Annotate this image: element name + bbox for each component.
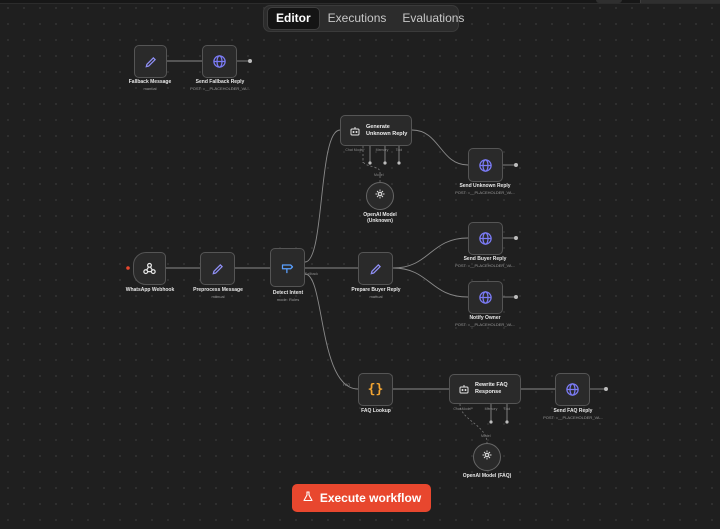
node-faq-lookup[interactable]: {} xyxy=(358,373,393,406)
node-label: Generate Unknown Reply xyxy=(366,123,408,137)
node-label: Rewrite FAQ Response xyxy=(475,382,508,395)
node-openai-model-faq[interactable] xyxy=(473,443,501,471)
node-label: Prepare Buyer Reply xyxy=(351,287,401,293)
node-label: OpenAI Model (Unknown) xyxy=(363,212,397,224)
node-label: FAQ Lookup xyxy=(361,408,391,414)
port-chat-model: Chat Model* xyxy=(345,148,365,152)
node-send-faq-reply[interactable] xyxy=(555,373,590,406)
fallback-edge-label: Fallback xyxy=(305,272,319,276)
port-memory: Memory xyxy=(484,407,498,411)
signpost-icon xyxy=(280,260,295,275)
node-fallback-message[interactable] xyxy=(134,45,167,78)
node-label: Preprocess Message xyxy=(193,287,243,293)
globe-icon xyxy=(565,382,580,397)
pencil-icon xyxy=(211,262,225,276)
node-subtitle: manual xyxy=(211,294,225,299)
node-generate-unknown-reply[interactable]: Generate Unknown Reply xyxy=(340,115,412,146)
node-subtitle: POST: =__PLACEHOLDER_VA... xyxy=(190,86,250,91)
openai-icon xyxy=(481,448,493,466)
node-label: OpenAI Model (FAQ) xyxy=(462,473,512,479)
node-notify-owner[interactable] xyxy=(468,281,503,314)
globe-icon xyxy=(212,54,227,69)
node-send-buyer-reply[interactable] xyxy=(468,222,503,255)
execute-workflow-label: Execute workflow xyxy=(319,491,422,505)
node-subtitle: manual xyxy=(369,294,383,299)
pencil-icon xyxy=(144,55,158,69)
node-label: Send Buyer Reply xyxy=(463,256,507,262)
model-edge-label: Model xyxy=(374,173,384,177)
robot-icon xyxy=(349,125,361,137)
node-prepare-buyer-reply[interactable] xyxy=(358,252,393,285)
model-edge-label: Model xyxy=(481,434,491,438)
node-send-unknown-reply[interactable] xyxy=(468,148,503,182)
node-label: Send Fallback Reply xyxy=(195,79,245,85)
node-subtitle: mode: Rules xyxy=(276,297,300,302)
node-subtitle: POST: =__PLACEHOLDER_VA... xyxy=(455,322,515,327)
node-subtitle: POST: =__PLACEHOLDER_VA... xyxy=(455,190,515,195)
node-preprocess-message[interactable] xyxy=(200,252,235,285)
node-label: Detect Intent xyxy=(272,290,304,296)
code-braces-icon: {} xyxy=(367,382,384,397)
node-send-fallback-reply[interactable] xyxy=(202,45,237,78)
port-tool: Tool xyxy=(395,148,403,152)
node-rewrite-faq-response[interactable]: Rewrite FAQ Response xyxy=(449,374,521,404)
node-label: Notify Owner xyxy=(469,315,501,321)
node-subtitle: POST: =__PLACEHOLDER_VA... xyxy=(543,415,603,420)
port-tool: Tool xyxy=(503,407,511,411)
faq-edge-label: FAQ xyxy=(343,383,351,387)
node-subtitle: POST: =__PLACEHOLDER_VA... xyxy=(455,263,515,268)
node-label: Send FAQ Reply xyxy=(553,408,593,414)
node-whatsapp-webhook[interactable] xyxy=(133,252,166,285)
port-memory: Memory xyxy=(375,148,389,152)
webhook-icon xyxy=(142,261,157,276)
globe-icon xyxy=(478,158,493,173)
globe-icon xyxy=(478,231,493,246)
openai-icon xyxy=(374,187,386,205)
execute-workflow-button[interactable]: Execute workflow xyxy=(292,484,431,512)
node-label: Send Unknown Reply xyxy=(459,183,511,189)
pencil-icon xyxy=(369,262,383,276)
node-openai-model-unknown[interactable] xyxy=(366,182,394,210)
node-label: WhatsApp Webhook xyxy=(125,287,175,293)
flask-icon xyxy=(302,490,314,506)
robot-icon xyxy=(458,383,470,395)
port-chat-model: Chat Model* xyxy=(453,407,473,411)
node-label: Fallback Message xyxy=(128,79,172,85)
node-subtitle: manual xyxy=(143,86,157,91)
node-detect-intent[interactable] xyxy=(270,248,305,287)
globe-icon xyxy=(478,290,493,305)
